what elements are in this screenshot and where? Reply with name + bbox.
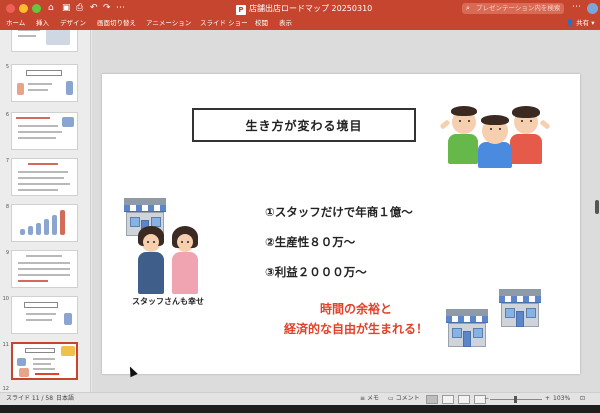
document-title: P 店舗出店ロードマップ 20250310 (236, 2, 372, 15)
powerpoint-icon: P (236, 5, 246, 15)
current-slide[interactable]: 生き方が変わる境目 ①スタッフだけで年商１億～ ②生産性８０万～ ③利益２０００… (102, 74, 580, 374)
staff-couple-illustration[interactable] (132, 222, 204, 294)
account-avatar[interactable] (587, 3, 598, 14)
fit-slide-icon[interactable]: ⊡ (580, 394, 585, 404)
window-zoom-button[interactable] (32, 4, 41, 13)
tab-home[interactable]: ホーム (6, 18, 25, 29)
tab-animations[interactable]: アニメーション (146, 18, 191, 29)
tab-slideshow[interactable]: スライド ショー (200, 18, 248, 29)
window-minimize-button[interactable] (19, 4, 28, 13)
slide-thumbnail[interactable] (11, 158, 78, 196)
vertical-scrollbar[interactable] (595, 200, 599, 214)
slide-thumbnail[interactable] (11, 112, 78, 150)
slide-thumbnail-panel[interactable]: 5 6 7 8 9 10 11 12 (0, 30, 91, 392)
slide-thumbnail[interactable] (11, 30, 78, 52)
window-close-button[interactable] (6, 4, 15, 13)
slide-thumbnail[interactable] (11, 64, 78, 102)
title-more-icon[interactable]: ⋯ (572, 2, 581, 12)
comments-button[interactable]: ▭ コメント (388, 394, 420, 404)
zoom-slider-thumb[interactable] (514, 396, 517, 403)
save-icon[interactable]: ▣ (62, 3, 71, 14)
zoom-level[interactable]: 103% (553, 394, 570, 404)
happy-people-illustration[interactable] (439, 96, 552, 168)
home-icon[interactable]: ⌂ (48, 3, 54, 14)
ribbon-tabs: ホーム 挿入 デザイン 画面切り替え アニメーション スライド ショー 校閲 表… (0, 17, 600, 30)
zoom-out-icon[interactable]: − (484, 394, 489, 404)
message-line-1[interactable]: 時間の余裕と (256, 300, 456, 317)
tab-view[interactable]: 表示 (279, 18, 292, 29)
slide-title: 生き方が変わる境目 (245, 118, 363, 133)
slide-counter: スライド 11 / 58 (6, 395, 54, 402)
couple-caption[interactable]: スタッフさんも幸せ (122, 296, 214, 307)
tab-review[interactable]: 校閲 (255, 18, 268, 29)
powerpoint-window: ⌂ ▣ ⎙ ↶ ↷ ⋯ P 店舗出店ロードマップ 20250310 ⌕ プレゼンテ… (0, 0, 600, 413)
point-1[interactable]: ①スタッフだけで年商１億～ (265, 204, 413, 220)
print-icon[interactable]: ⎙ (76, 3, 83, 14)
title-bar: ⌂ ▣ ⎙ ↶ ↷ ⋯ P 店舗出店ロードマップ 20250310 ⌕ プレゼンテ… (0, 0, 600, 17)
normal-view-button[interactable] (426, 395, 438, 404)
point-2[interactable]: ②生産性８０万～ (265, 234, 355, 250)
point-3[interactable]: ③利益２０００万～ (265, 264, 367, 280)
slide-title-box[interactable]: 生き方が変わる境目 (192, 108, 416, 142)
notes-button[interactable]: ≡ メモ (360, 394, 379, 404)
slide-editor[interactable]: 生き方が変わる境目 ①スタッフだけで年商１億～ ②生産性８０万～ ③利益２０００… (92, 30, 600, 392)
share-icon: 👤 (566, 19, 575, 27)
slide-sorter-view-button[interactable] (442, 395, 454, 404)
language-indicator[interactable]: 日本語 (56, 394, 74, 404)
reading-view-button[interactable] (458, 395, 470, 404)
store-illustration[interactable] (499, 289, 541, 327)
notes-icon: ≡ (360, 395, 366, 402)
slide-thumbnail-active[interactable] (11, 342, 78, 380)
search-input[interactable]: ⌕ プレゼンテーション内を検索 (462, 3, 564, 14)
tab-transitions[interactable]: 画面切り替え (97, 18, 136, 29)
undo-icon[interactable]: ↶ (90, 3, 98, 14)
search-icon: ⌕ (466, 4, 470, 12)
more-icon[interactable]: ⋯ (116, 3, 125, 14)
message-line-2[interactable]: 経済的な自由が生まれる！ (256, 320, 456, 337)
slide-thumbnail[interactable] (11, 250, 78, 288)
share-button[interactable]: 👤 共有 ▾ (566, 18, 595, 29)
tab-design[interactable]: デザイン (60, 18, 86, 29)
status-bar: スライド 11 / 58 日本語 ≡ メモ ▭ コメント − + 103% ⊡ (0, 392, 600, 405)
slide-thumbnail[interactable] (11, 204, 78, 242)
bottom-edge (0, 405, 600, 413)
chevron-down-icon: ▾ (591, 19, 595, 27)
slide-thumbnail[interactable] (11, 296, 78, 334)
tab-insert[interactable]: 挿入 (36, 18, 49, 29)
zoom-in-icon[interactable]: + (545, 394, 550, 404)
redo-icon[interactable]: ↷ (103, 3, 111, 14)
store-illustration[interactable] (446, 309, 488, 347)
comment-icon: ▭ (388, 395, 394, 402)
